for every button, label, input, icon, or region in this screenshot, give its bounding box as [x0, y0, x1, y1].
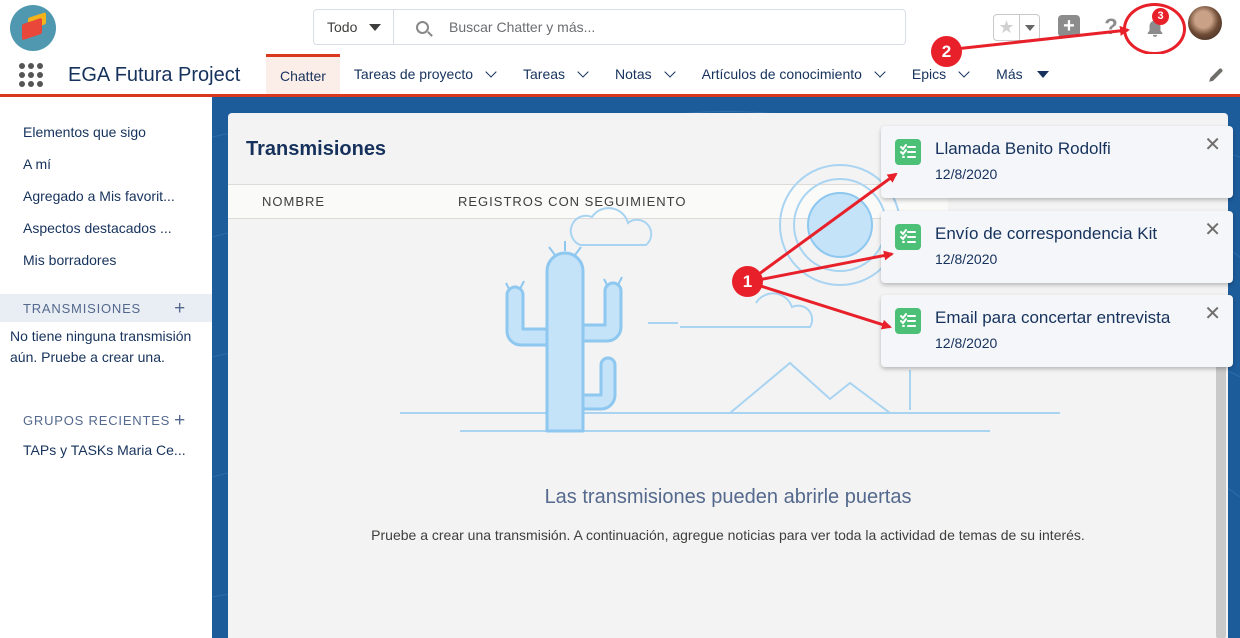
sidebar-item-group[interactable]: TAPs y TASKs Maria Ce...: [23, 442, 186, 458]
close-icon[interactable]: ✕: [1204, 301, 1221, 326]
streams-heading: TRANSMISIONES: [23, 300, 142, 316]
app-logo[interactable]: [10, 5, 56, 51]
notification-card[interactable]: Envío de correspondencia Kit 12/8/2020 ✕: [881, 211, 1233, 283]
streams-empty-text: No tiene ninguna transmisión aún. Pruebe…: [10, 328, 192, 365]
notification-title: Llamada Benito Rodolfi: [935, 139, 1111, 158]
caret-down-icon: [369, 23, 382, 31]
notification-date: 12/8/2020: [935, 335, 998, 351]
task-icon: [895, 139, 921, 165]
chevron-down-icon[interactable]: [577, 65, 589, 78]
notification-title: Envío de correspondencia Kit: [935, 224, 1158, 243]
tab-notas[interactable]: Notas: [601, 54, 688, 94]
tab-label: Tareas de proyecto: [353, 66, 473, 82]
empty-state-title: Las transmisiones pueden abrirle puertas: [544, 486, 912, 508]
caret-down-icon: [1036, 70, 1049, 78]
app-nav-bar: EGA Futura Project Chatter Tareas de pro…: [0, 54, 1240, 97]
task-icon: [895, 224, 921, 250]
chevron-down-icon[interactable]: [958, 65, 970, 78]
tab-tareas[interactable]: Tareas: [509, 54, 601, 94]
global-create-button[interactable]: +: [1058, 15, 1080, 37]
notification-title: Email para concertar entrevista: [935, 308, 1171, 327]
notification-date: 12/8/2020: [935, 166, 998, 182]
tab-tareas-de-proyecto[interactable]: Tareas de proyecto: [340, 54, 509, 94]
close-icon[interactable]: ✕: [1204, 217, 1221, 242]
notification-card[interactable]: Llamada Benito Rodolfi 12/8/2020 ✕: [881, 126, 1233, 198]
tab-label: Notas: [615, 66, 652, 82]
scrollbar[interactable]: [1216, 360, 1226, 638]
annotation-marker-2: 2: [931, 36, 962, 67]
app-name: EGA Futura Project: [68, 64, 241, 86]
annotation-circle: [1123, 3, 1186, 55]
sidebar-item-mis-borradores[interactable]: Mis borradores: [23, 252, 116, 268]
help-icon[interactable]: ?: [1099, 15, 1123, 39]
pencil-icon[interactable]: [1207, 66, 1225, 84]
tab-label: Chatter: [280, 67, 326, 84]
add-stream-icon[interactable]: +: [174, 298, 186, 320]
column-header-nombre[interactable]: NOMBRE: [262, 194, 325, 209]
app-launcher-icon[interactable]: [19, 63, 43, 87]
close-icon[interactable]: ✕: [1204, 132, 1221, 157]
sidebar-item-elementos-que-sigo[interactable]: Elementos que sigo: [23, 124, 146, 140]
chevron-down-icon[interactable]: [663, 65, 676, 78]
streams-section-header: TRANSMISIONES +: [0, 294, 212, 322]
tab-label: Epics: [911, 66, 947, 82]
star-icon[interactable]: ★: [994, 15, 1020, 40]
caret-down-icon: [1024, 24, 1035, 31]
sidebar-item-aspectos-destacados[interactable]: Aspectos destacados ...: [23, 220, 172, 236]
tab-label: Más: [996, 66, 1023, 82]
chatter-sidebar: Elementos que sigo A mí Agregado a Mis f…: [0, 97, 212, 638]
favorites-button-group: ★: [993, 14, 1040, 41]
chevron-down-icon[interactable]: [485, 65, 497, 78]
global-header: Todo ★ + ? 3: [0, 0, 1240, 54]
global-search: Todo: [313, 9, 906, 45]
add-group-icon[interactable]: +: [174, 410, 186, 432]
page-title: Transmisiones: [246, 138, 387, 160]
search-scope-dropdown[interactable]: Todo: [314, 10, 394, 44]
notification-date: 12/8/2020: [935, 251, 998, 267]
favorites-dropdown-button[interactable]: [1020, 15, 1039, 40]
avatar[interactable]: [1188, 6, 1222, 40]
task-icon: [895, 308, 921, 334]
search-scope-label: Todo: [327, 19, 358, 35]
tab-chatter[interactable]: Chatter: [266, 54, 340, 94]
annotation-marker-1: 1: [732, 266, 763, 297]
empty-state-subtitle: Pruebe a crear una transmisión. A contin…: [371, 527, 1085, 543]
tab-mas[interactable]: Más: [982, 54, 1062, 94]
search-icon: [416, 20, 429, 34]
chevron-down-icon[interactable]: [874, 65, 886, 78]
tab-label: Artículos de conocimiento: [701, 66, 862, 82]
tab-label: Tareas: [523, 66, 566, 82]
tab-articulos-de-conocimiento[interactable]: Artículos de conocimiento: [688, 54, 898, 94]
sidebar-item-a-mi[interactable]: A mí: [23, 156, 51, 172]
recent-groups-section-header: GRUPOS RECIENTES +: [0, 406, 212, 434]
sidebar-item-agregado-a-mis-favoritos[interactable]: Agregado a Mis favorit...: [23, 188, 175, 204]
search-input[interactable]: [449, 19, 869, 35]
notification-card[interactable]: Email para concertar entrevista 12/8/202…: [881, 295, 1233, 367]
recent-groups-heading: GRUPOS RECIENTES: [23, 412, 171, 428]
